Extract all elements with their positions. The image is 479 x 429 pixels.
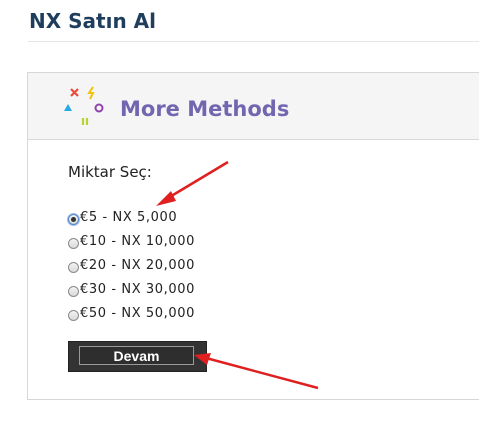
annotation-overlay (156, 160, 319, 390)
arrow-to-amount-icon (156, 160, 229, 206)
arrow-to-button-icon (194, 353, 319, 390)
